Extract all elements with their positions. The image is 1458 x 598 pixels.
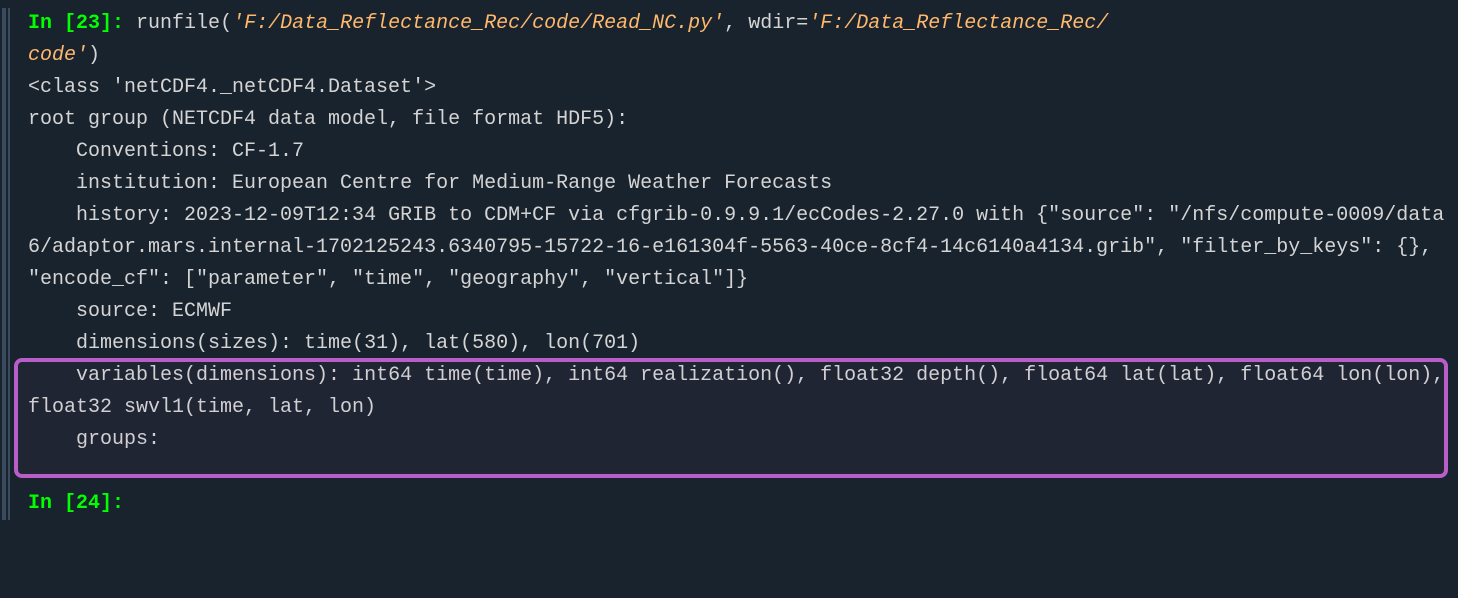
prompt-in-label: In [ [28, 12, 76, 35]
kwarg-wdir: wdir [748, 12, 796, 35]
gutter-border [2, 8, 6, 520]
prompt-in-label-2: In [ [28, 492, 76, 515]
runfile-call: runfile [136, 12, 220, 35]
output-line-conventions: Conventions: CF-1.7 [28, 136, 1450, 168]
input-cell-24[interactable]: In [24]: [28, 488, 1450, 520]
sep: , [724, 12, 748, 35]
output-line-source: source: ECMWF [28, 296, 1450, 328]
blank-line [28, 456, 1450, 488]
arg-path: 'F:/Data_Reflectance_Rec/code/Read_NC.py… [232, 12, 724, 35]
prompt-close: ]: [100, 12, 136, 35]
gutter-border-inner [8, 8, 10, 520]
arg-wdir-b: code' [28, 44, 88, 67]
prompt-number-2: 24 [76, 492, 100, 515]
open-paren: ( [220, 12, 232, 35]
prompt-close-2: ]: [100, 492, 136, 515]
prompt-number: 23 [76, 12, 100, 35]
output-line-class: <class 'netCDF4._netCDF4.Dataset'> [28, 72, 1450, 104]
input-cell-23: In [23]: runfile('F:/Data_Reflectance_Re… [28, 8, 1450, 40]
equals: = [796, 12, 808, 35]
arg-wdir-a: 'F:/Data_Reflectance_Rec/ [808, 12, 1108, 35]
output-line-rootgroup: root group (NETCDF4 data model, file for… [28, 104, 1450, 136]
ipython-console[interactable]: In [23]: runfile('F:/Data_Reflectance_Re… [0, 8, 1458, 520]
output-line-dimensions: dimensions(sizes): time(31), lat(580), l… [28, 328, 1450, 360]
output-line-variables: variables(dimensions): int64 time(time),… [28, 360, 1450, 424]
input-cell-23-cont: code') [28, 40, 1450, 72]
output-line-institution: institution: European Centre for Medium-… [28, 168, 1450, 200]
output-line-groups: groups: [28, 424, 1450, 456]
output-line-history: history: 2023-12-09T12:34 GRIB to CDM+CF… [28, 200, 1450, 296]
close-paren: ) [88, 44, 100, 67]
